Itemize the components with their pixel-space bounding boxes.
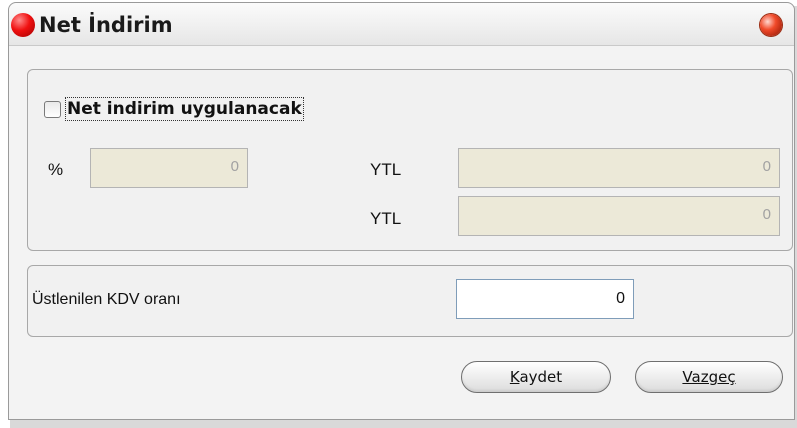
net-discount-group: Net indirim uygulanacak % 0 YTL 0 YTL 0 xyxy=(27,69,793,251)
kdv-group: Üstlenilen KDV oranı 0 xyxy=(27,265,793,337)
save-button-mnemonic: K xyxy=(509,368,520,386)
net-discount-checkbox-row[interactable]: Net indirim uygulanacak xyxy=(44,95,304,123)
save-button-label: aydet xyxy=(519,368,563,386)
kdv-rate-label: Üstlenilen KDV oranı xyxy=(32,291,181,308)
cancel-button-mnemonic: V xyxy=(682,368,692,386)
cancel-button-label: azgeç xyxy=(691,368,736,386)
ytl-field-1[interactable]: 0 xyxy=(458,148,780,188)
ytl-label-1: YTL xyxy=(370,160,402,179)
net-discount-checkbox-label[interactable]: Net indirim uygulanacak xyxy=(65,97,304,121)
save-button[interactable]: Kaydet xyxy=(461,361,611,393)
percent-label: % xyxy=(48,160,64,179)
ytl-field-2[interactable]: 0 xyxy=(458,196,780,236)
cancel-button[interactable]: Vazgeç xyxy=(635,361,783,393)
red-sphere-icon xyxy=(11,13,35,37)
close-icon[interactable] xyxy=(760,14,782,36)
ytl-label-2: YTL xyxy=(370,209,402,228)
percent-field[interactable]: 0 xyxy=(90,148,248,188)
net-discount-dialog: Net İndirim Net indirim uygulanacak % 0 … xyxy=(8,2,795,420)
title-bar[interactable]: Net İndirim xyxy=(9,3,794,46)
net-discount-checkbox[interactable] xyxy=(44,100,61,118)
kdv-rate-field[interactable]: 0 xyxy=(456,279,634,319)
window-title: Net İndirim xyxy=(39,13,173,37)
